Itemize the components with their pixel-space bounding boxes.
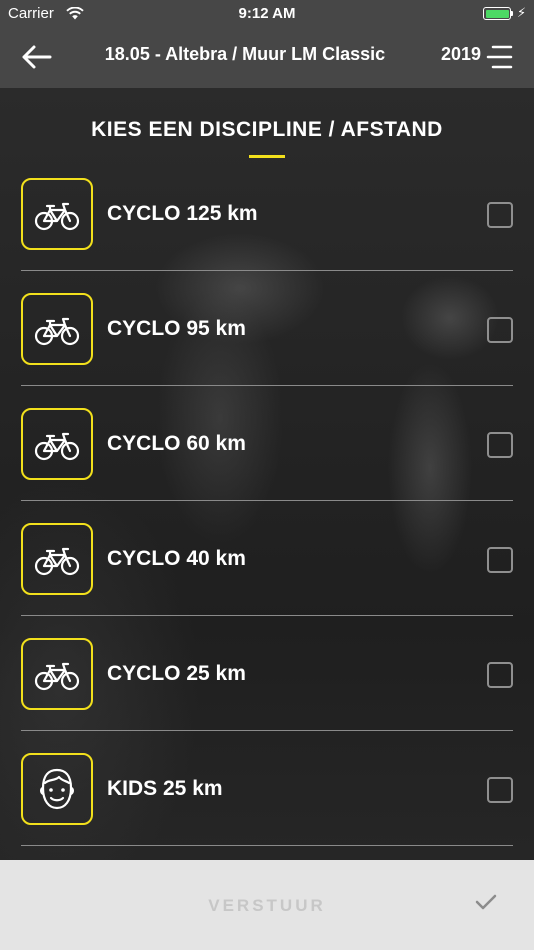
submit-button[interactable]: VERSTUUR [0, 896, 534, 916]
battery-tip [511, 11, 513, 16]
divider [21, 385, 513, 386]
icon-frame [21, 523, 93, 595]
list-item[interactable]: CYCLO 25 km [0, 618, 534, 733]
battery-icon [483, 7, 511, 20]
item-label: KIDS 25 km [107, 777, 223, 800]
checkbox[interactable] [487, 547, 513, 573]
status-time: 9:12 AM [238, 5, 296, 22]
bicycle-icon [34, 547, 80, 576]
icon-frame [21, 408, 93, 480]
item-label: CYCLO 60 km [107, 432, 246, 455]
item-label: CYCLO 25 km [107, 662, 246, 685]
checkbox[interactable] [487, 432, 513, 458]
divider [21, 615, 513, 616]
divider [21, 500, 513, 501]
section-heading: KIES EEN DISCIPLINE / AFSTAND [91, 118, 443, 141]
icon-frame [21, 638, 93, 710]
status-bar: Carrier 9:12 AM ⚡ [0, 0, 534, 28]
checkmark-icon[interactable] [474, 892, 498, 912]
page-title: 18.05 - Altebra / Muur LM Classic [104, 44, 386, 64]
checkbox[interactable] [487, 202, 513, 228]
checkbox[interactable] [487, 662, 513, 688]
bicycle-icon [34, 317, 80, 346]
icon-frame [21, 293, 93, 365]
list-item[interactable]: CYCLO 40 km [0, 503, 534, 618]
list-item[interactable]: CYCLO 125 km [0, 158, 534, 273]
item-label: CYCLO 125 km [107, 202, 258, 225]
item-label: CYCLO 40 km [107, 547, 246, 570]
divider [21, 845, 513, 846]
menu-icon[interactable] [485, 44, 513, 70]
bicycle-icon [34, 202, 80, 231]
checkbox[interactable] [487, 777, 513, 803]
bicycle-icon [34, 432, 80, 461]
list-item[interactable]: KIDS 25 km [0, 733, 534, 848]
checkbox[interactable] [487, 317, 513, 343]
divider [21, 730, 513, 731]
list-item[interactable]: CYCLO 60 km [0, 388, 534, 503]
charging-icon: ⚡ [517, 5, 527, 20]
icon-frame [21, 753, 93, 825]
year-label: 2019 [441, 44, 482, 64]
nav-bar: 18.05 - Altebra / Muur LM Classic 2019 [0, 28, 534, 88]
kid-face-icon [40, 768, 74, 810]
bicycle-icon [34, 662, 80, 691]
submit-bar: VERSTUUR [0, 860, 534, 950]
divider [21, 270, 513, 271]
list-item[interactable]: CYCLO 95 km [0, 273, 534, 388]
item-label: CYCLO 95 km [107, 317, 246, 340]
icon-frame [21, 178, 93, 250]
